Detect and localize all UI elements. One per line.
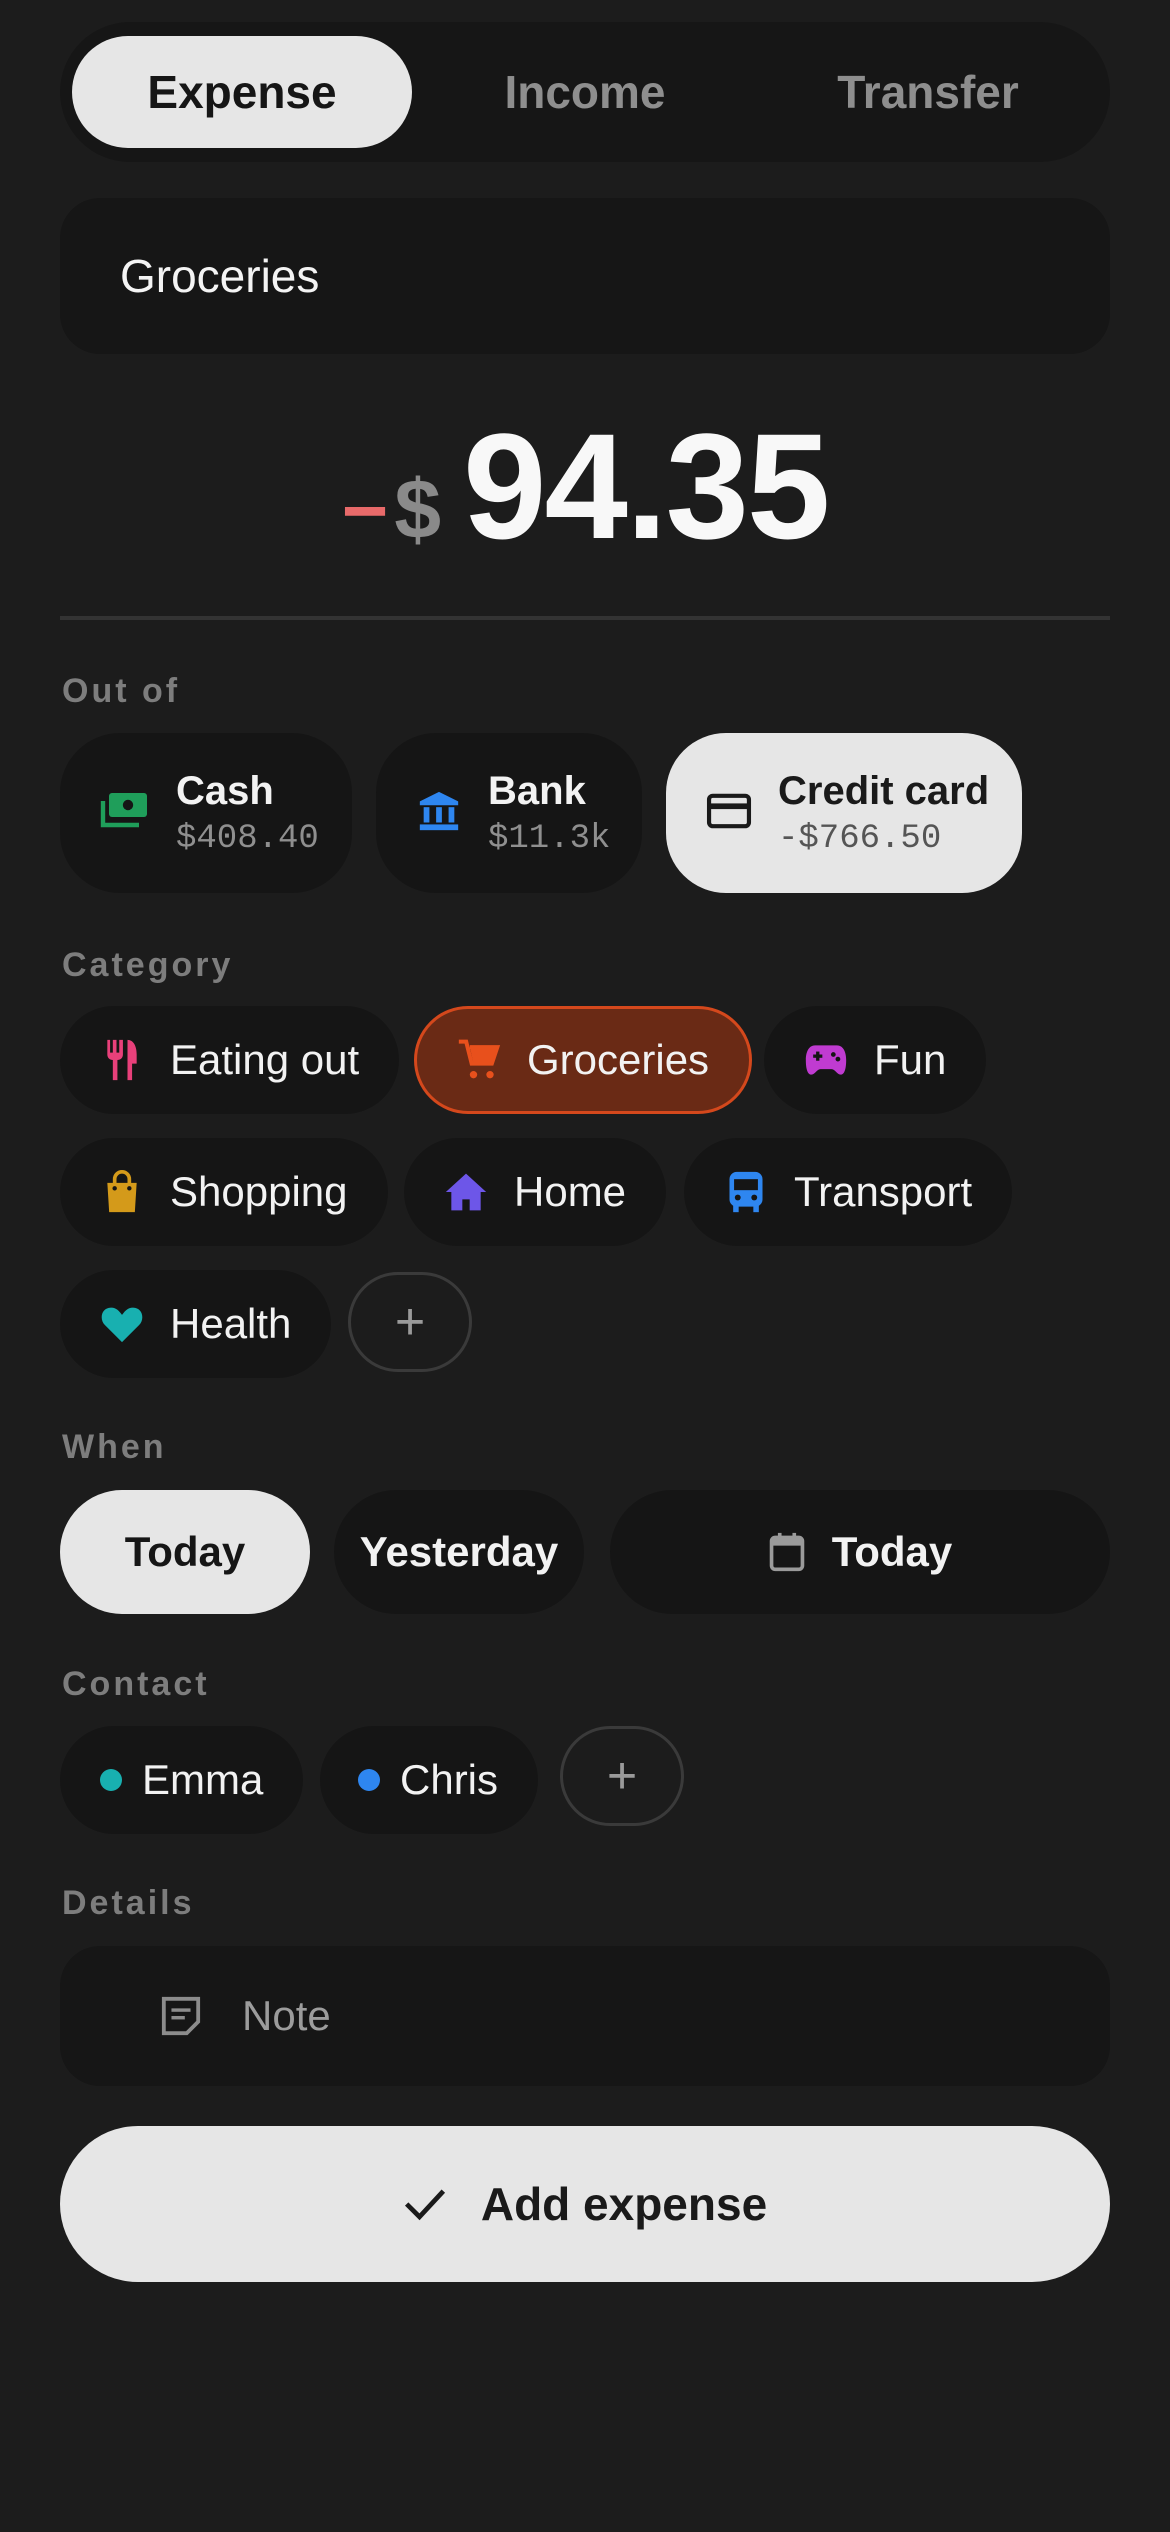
divider (60, 616, 1110, 620)
category-transport[interactable]: Transport (684, 1138, 1013, 1246)
category-label: Transport (794, 1168, 973, 1215)
account-name: Cash (176, 768, 274, 813)
amount-sign: − (341, 466, 389, 555)
account-name: Bank (488, 768, 586, 813)
shopping-bag-icon (100, 1170, 144, 1214)
category-label: Shopping (170, 1168, 348, 1215)
contact-chris[interactable]: Chris (320, 1726, 539, 1834)
calendar-icon (768, 1532, 806, 1572)
category-label: Health (170, 1300, 292, 1347)
contact-dot (358, 1769, 380, 1791)
gamepad-icon (804, 1038, 848, 1082)
add-expense-button[interactable]: Add expense (60, 2126, 1110, 2282)
contact-dot (100, 1769, 122, 1791)
account-bank[interactable]: Bank $11.3k (376, 733, 642, 893)
type-segmented-control: Expense Income Transfer (60, 22, 1110, 162)
note-input[interactable]: Note (60, 1946, 1110, 2086)
account-cash[interactable]: Cash $408.40 (60, 733, 352, 893)
category-groceries[interactable]: Groceries (414, 1006, 753, 1114)
when-label: Today (124, 1528, 246, 1575)
when-today[interactable]: Today (60, 1490, 310, 1614)
add-expense-label: Add expense (480, 2178, 768, 2230)
category-label: Home (514, 1168, 627, 1215)
title-input[interactable]: Groceries (60, 198, 1110, 354)
add-category-button[interactable]: + (348, 1272, 472, 1372)
house-icon (444, 1170, 488, 1214)
category-shopping[interactable]: Shopping (60, 1138, 388, 1246)
note-placeholder: Note (242, 1992, 331, 2039)
contact-name: Emma (142, 1756, 264, 1803)
date-picker-button[interactable]: Today (610, 1490, 1110, 1614)
tab-expense[interactable]: Expense (72, 36, 412, 148)
section-label-category: Category (62, 946, 234, 984)
category-label: Eating out (170, 1036, 360, 1083)
account-balance: $408.40 (176, 819, 319, 858)
contact-name: Chris (400, 1756, 499, 1803)
note-icon (160, 1995, 202, 2037)
account-balance: $11.3k (488, 819, 611, 858)
when-yesterday[interactable]: Yesterday (334, 1490, 584, 1614)
section-label-out-of: Out of (62, 672, 181, 710)
add-contact-button[interactable]: + (560, 1726, 684, 1826)
plus-icon: + (606, 1747, 638, 1805)
fork-knife-icon (100, 1038, 144, 1082)
section-label-details: Details (62, 1884, 195, 1922)
tab-transfer[interactable]: Transfer (758, 36, 1098, 148)
account-credit-card[interactable]: Credit card -$766.50 (666, 733, 1022, 893)
amount-currency: $ (394, 462, 442, 556)
plus-icon: + (394, 1293, 426, 1351)
category-fun[interactable]: Fun (764, 1006, 987, 1114)
category-eating-out[interactable]: Eating out (60, 1006, 400, 1114)
section-label-when: When (62, 1428, 167, 1466)
cart-icon (457, 1038, 501, 1082)
category-label: Fun (874, 1036, 947, 1083)
category-health[interactable]: Health (60, 1270, 332, 1378)
bus-icon (724, 1170, 768, 1214)
when-label: Today (831, 1528, 953, 1575)
category-label: Groceries (527, 1036, 710, 1083)
heart-icon (100, 1302, 144, 1346)
amount-display[interactable]: − $ 94.35 (0, 400, 1170, 570)
contact-emma[interactable]: Emma (60, 1726, 304, 1834)
account-name: Credit card (778, 768, 990, 813)
section-label-contact: Contact (62, 1665, 210, 1703)
check-icon (403, 2187, 447, 2221)
cash-icon (100, 791, 150, 836)
tab-income[interactable]: Income (415, 36, 755, 148)
when-label: Yesterday (359, 1528, 559, 1575)
bank-icon (416, 788, 462, 839)
credit-card-icon (706, 792, 752, 835)
category-home[interactable]: Home (404, 1138, 667, 1246)
account-balance: -$766.50 (778, 819, 942, 858)
amount-value: 94.35 (463, 402, 830, 570)
